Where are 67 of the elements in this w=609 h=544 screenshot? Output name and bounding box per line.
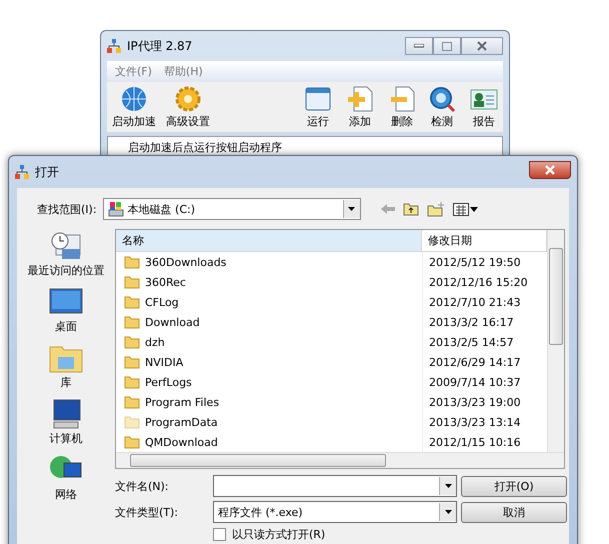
open-button[interactable]: 打开(O)	[461, 476, 567, 496]
vertical-scrollbar[interactable]	[547, 230, 564, 452]
horizontal-scrollbar[interactable]	[116, 452, 564, 468]
close-icon	[477, 41, 487, 51]
toolbar-button[interactable]: 报告	[465, 85, 503, 129]
window-title: IP代理 2.87	[127, 38, 192, 54]
minimize-button[interactable]	[405, 37, 433, 55]
folder-icon	[124, 375, 140, 389]
toolbar-button[interactable]: 启动加速	[109, 85, 159, 129]
file-name-field[interactable]	[213, 475, 457, 497]
up-folder-icon[interactable]	[402, 202, 419, 216]
network-icon	[107, 39, 121, 53]
folder-icon	[124, 435, 140, 449]
file-name[interactable]: CFLog	[116, 295, 422, 309]
file-name[interactable]: NVIDIA	[116, 355, 422, 369]
close-icon	[545, 165, 555, 175]
checkbox[interactable]	[213, 528, 226, 541]
column-header[interactable]: 修改日期	[422, 230, 547, 252]
places-item[interactable]: 桌面	[24, 285, 108, 333]
toolbar-button[interactable]: 删除	[383, 85, 421, 129]
file-name[interactable]: Download	[116, 315, 422, 329]
folder-icon	[124, 395, 140, 409]
folder-icon	[124, 315, 140, 329]
file-name[interactable]: 360Rec	[116, 275, 422, 289]
file-type-dropdown[interactable]: 程序文件 (*.exe)	[213, 501, 457, 523]
places-item[interactable]: 库	[24, 341, 108, 389]
file-name[interactable]: 360Downloads	[116, 255, 422, 269]
cancel-button[interactable]: 取消	[461, 502, 567, 522]
menu-item[interactable]: 帮助(H)	[164, 64, 203, 79]
toolbar-button[interactable]: 运行	[299, 85, 337, 129]
minimize-icon	[414, 44, 424, 48]
file-name[interactable]: PerfLogs	[116, 375, 422, 389]
status-message: 启动加速后点运行按钮启动程序	[128, 141, 282, 154]
field-label: 文件名(N):	[115, 478, 170, 494]
toolbar-button[interactable]: 高级设置	[163, 85, 213, 129]
field-label: 查找范围(I):	[37, 202, 97, 216]
view-menu-icon[interactable]	[452, 202, 479, 216]
field-label: 文件类型(T):	[115, 504, 180, 520]
new-folder-icon[interactable]	[426, 202, 445, 216]
caret-icon	[348, 207, 356, 211]
drive-icon	[108, 201, 124, 217]
file-name[interactable]: dzh	[116, 335, 422, 349]
places-item[interactable]: 计算机	[24, 397, 108, 445]
caret-icon	[444, 484, 452, 488]
folder-icon	[124, 355, 140, 369]
file-name[interactable]: ProgramData	[116, 415, 422, 429]
file-name[interactable]: QMDownload	[116, 435, 422, 449]
close-button[interactable]	[461, 37, 503, 55]
file-name[interactable]: Program Files	[116, 395, 422, 409]
maximize-icon	[442, 42, 452, 50]
close-button[interactable]	[529, 161, 571, 179]
caret-icon	[444, 510, 452, 514]
location-dropdown[interactable]: 本地磁盘 (C:)	[102, 198, 361, 220]
dialog-title: 打开	[35, 164, 59, 180]
folder-icon	[124, 415, 140, 429]
toolbar-button[interactable]: 检测	[423, 85, 461, 129]
folder-icon	[124, 295, 140, 309]
network-icon	[15, 165, 29, 179]
toolbar-button[interactable]: 添加	[341, 85, 379, 129]
folder-icon	[124, 255, 140, 269]
places-item[interactable]: 最近访问的位置	[24, 229, 108, 277]
places-item[interactable]: 网络	[24, 453, 108, 501]
menu-item[interactable]: 文件(F)	[115, 64, 152, 79]
folder-icon	[124, 275, 140, 289]
checkbox-label: 以只读方式打开(R)	[232, 527, 326, 542]
folder-icon	[124, 335, 140, 349]
column-header[interactable]: 名称	[116, 230, 422, 252]
